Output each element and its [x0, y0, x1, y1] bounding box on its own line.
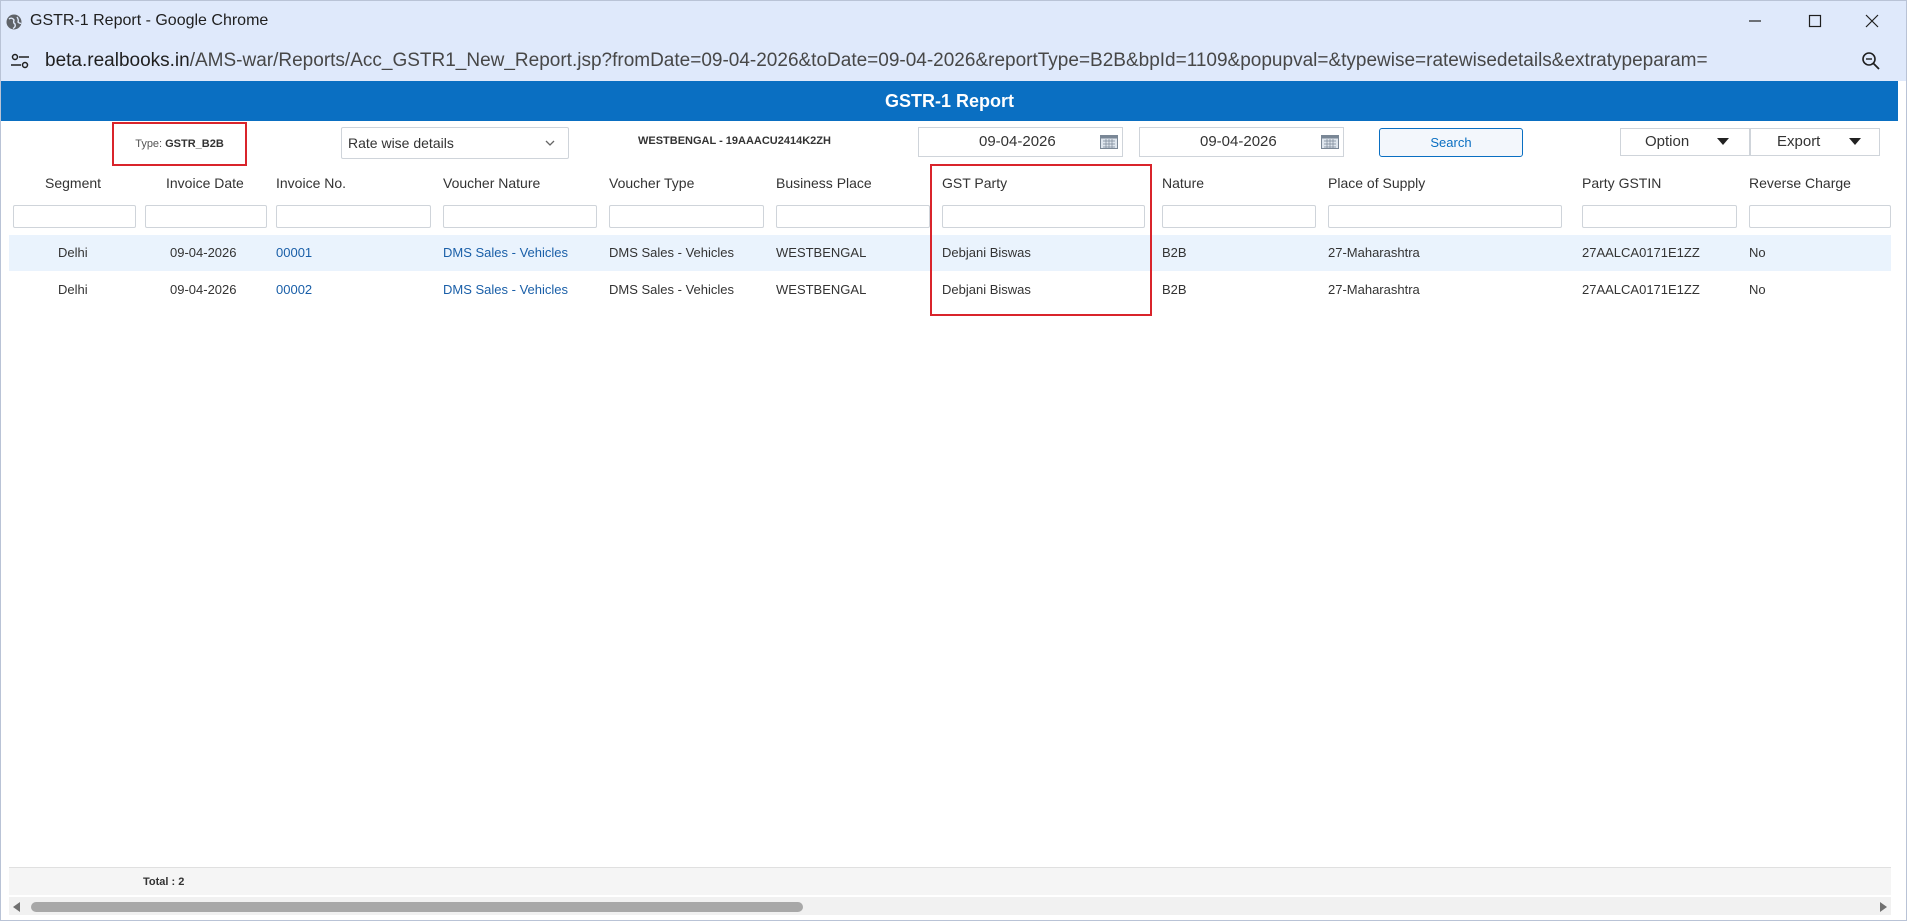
column-header-segment[interactable]: Segment — [45, 175, 101, 191]
column-header-voucher-type[interactable]: Voucher Type — [609, 175, 694, 191]
column-header-party-gstin[interactable]: Party GSTIN — [1582, 175, 1661, 191]
to-date-input[interactable]: 09-04-2026 — [1139, 127, 1344, 157]
column-header-voucher-nature[interactable]: Voucher Nature — [443, 175, 540, 191]
view-select-value: Rate wise details — [348, 135, 454, 151]
report-type-label: Type: GSTR_B2B — [112, 122, 247, 166]
site-settings-icon[interactable] — [10, 53, 30, 69]
view-select[interactable]: Rate wise details — [341, 127, 569, 159]
type-label: Type: — [135, 138, 163, 150]
cell-segment: Delhi — [58, 282, 88, 297]
calendar-icon[interactable] — [1100, 135, 1118, 149]
column-header-reverse-charge[interactable]: Reverse Charge — [1749, 175, 1851, 191]
filter-invoice-date[interactable] — [145, 205, 267, 228]
cell-reverse-charge: No — [1749, 282, 1766, 297]
filter-segment[interactable] — [13, 205, 136, 228]
cell-voucher-nature-link[interactable]: DMS Sales - Vehicles — [443, 282, 568, 297]
to-date-value: 09-04-2026 — [1200, 133, 1277, 150]
column-header-nature[interactable]: Nature — [1162, 175, 1204, 191]
cell-business-place: WESTBENGAL — [776, 282, 867, 297]
cell-invoice-date: 09-04-2026 — [170, 282, 237, 297]
filter-voucher-type[interactable] — [609, 205, 764, 228]
cell-voucher-nature-link[interactable]: DMS Sales - Vehicles — [443, 245, 568, 260]
maximize-button[interactable] — [1786, 1, 1844, 41]
cell-gst-party: Debjani Biswas — [942, 245, 1031, 260]
filter-nature[interactable] — [1162, 205, 1316, 228]
zoom-icon[interactable] — [1861, 51, 1881, 71]
filter-party-gstin[interactable] — [1582, 205, 1737, 228]
cell-reverse-charge: No — [1749, 245, 1766, 260]
cell-party-gstin: 27AALCA0171E1ZZ — [1582, 282, 1700, 297]
url-path: /AMS-war/Reports/Acc_GSTR1_New_Report.js… — [189, 50, 1708, 71]
horizontal-scrollbar[interactable] — [9, 897, 1891, 915]
maximize-icon — [1808, 14, 1822, 28]
scroll-left-icon[interactable] — [13, 902, 20, 912]
table-row[interactable]: Delhi 09-04-2026 00001 DMS Sales - Vehic… — [9, 235, 1891, 271]
export-dropdown[interactable]: Export — [1750, 128, 1880, 156]
export-label: Export — [1777, 133, 1821, 150]
report-grid: Segment Invoice Date Invoice No. Voucher… — [9, 167, 1891, 867]
cell-place-of-supply: 27-Maharashtra — [1328, 282, 1420, 297]
close-button[interactable] — [1843, 1, 1901, 41]
option-dropdown[interactable]: Option — [1620, 128, 1750, 156]
filter-invoice-no[interactable] — [276, 205, 431, 228]
globe-icon — [6, 14, 22, 30]
search-button[interactable]: Search — [1379, 128, 1523, 157]
minimize-icon — [1749, 20, 1761, 22]
cell-invoice-no-link[interactable]: 00002 — [276, 282, 312, 297]
cell-voucher-type: DMS Sales - Vehicles — [609, 245, 734, 260]
cell-nature: B2B — [1162, 282, 1187, 297]
vertical-scroll-track[interactable] — [1898, 81, 1906, 920]
filter-reverse-charge[interactable] — [1749, 205, 1891, 228]
caret-down-icon — [1717, 138, 1729, 145]
type-value: GSTR_B2B — [165, 138, 224, 150]
filter-business-place[interactable] — [776, 205, 930, 228]
browser-window: GSTR-1 Report - Google Chrome beta.realb… — [0, 0, 1907, 921]
window-title: GSTR-1 Report - Google Chrome — [30, 12, 269, 29]
scroll-right-icon[interactable] — [1880, 902, 1887, 912]
column-header-gst-party[interactable]: GST Party — [942, 175, 1007, 191]
cell-nature: B2B — [1162, 245, 1187, 260]
scrollbar-thumb[interactable] — [31, 902, 803, 912]
column-header-invoice-date[interactable]: Invoice Date — [166, 175, 244, 191]
cell-voucher-type: DMS Sales - Vehicles — [609, 282, 734, 297]
report-title: GSTR-1 Report — [1, 81, 1898, 121]
cell-place-of-supply: 27-Maharashtra — [1328, 245, 1420, 260]
from-date-value: 09-04-2026 — [979, 133, 1056, 150]
url-field[interactable]: beta.realbooks.in/AMS-war/Reports/Acc_GS… — [45, 50, 1708, 72]
close-icon — [1865, 14, 1879, 28]
filter-place-of-supply[interactable] — [1328, 205, 1562, 228]
column-header-place-of-supply[interactable]: Place of Supply — [1328, 175, 1425, 191]
cell-segment: Delhi — [58, 245, 88, 260]
column-header-business-place[interactable]: Business Place — [776, 175, 872, 191]
cell-invoice-date: 09-04-2026 — [170, 245, 237, 260]
cell-gst-party: Debjani Biswas — [942, 282, 1031, 297]
minimize-button[interactable] — [1726, 1, 1784, 41]
cell-business-place: WESTBENGAL — [776, 245, 867, 260]
grid-footer: Total : 2 — [9, 867, 1891, 895]
column-header-invoice-no[interactable]: Invoice No. — [276, 175, 346, 191]
total-count: Total : 2 — [143, 876, 185, 888]
calendar-icon[interactable] — [1321, 135, 1339, 149]
cell-party-gstin: 27AALCA0171E1ZZ — [1582, 245, 1700, 260]
cell-invoice-no-link[interactable]: 00001 — [276, 245, 312, 260]
title-bar: GSTR-1 Report - Google Chrome — [1, 1, 1906, 41]
table-row[interactable]: Delhi 09-04-2026 00002 DMS Sales - Vehic… — [9, 272, 1891, 308]
caret-down-icon — [1849, 138, 1861, 145]
url-host: beta.realbooks.in — [45, 50, 190, 71]
from-date-input[interactable]: 09-04-2026 — [918, 127, 1123, 157]
filter-voucher-nature[interactable] — [443, 205, 597, 228]
option-label: Option — [1645, 133, 1690, 150]
business-gstin: WESTBENGAL - 19AAACU2414K2ZH — [638, 135, 831, 147]
address-bar: beta.realbooks.in/AMS-war/Reports/Acc_GS… — [1, 41, 1906, 81]
chevron-down-icon — [545, 140, 555, 146]
filter-gst-party[interactable] — [942, 205, 1145, 228]
